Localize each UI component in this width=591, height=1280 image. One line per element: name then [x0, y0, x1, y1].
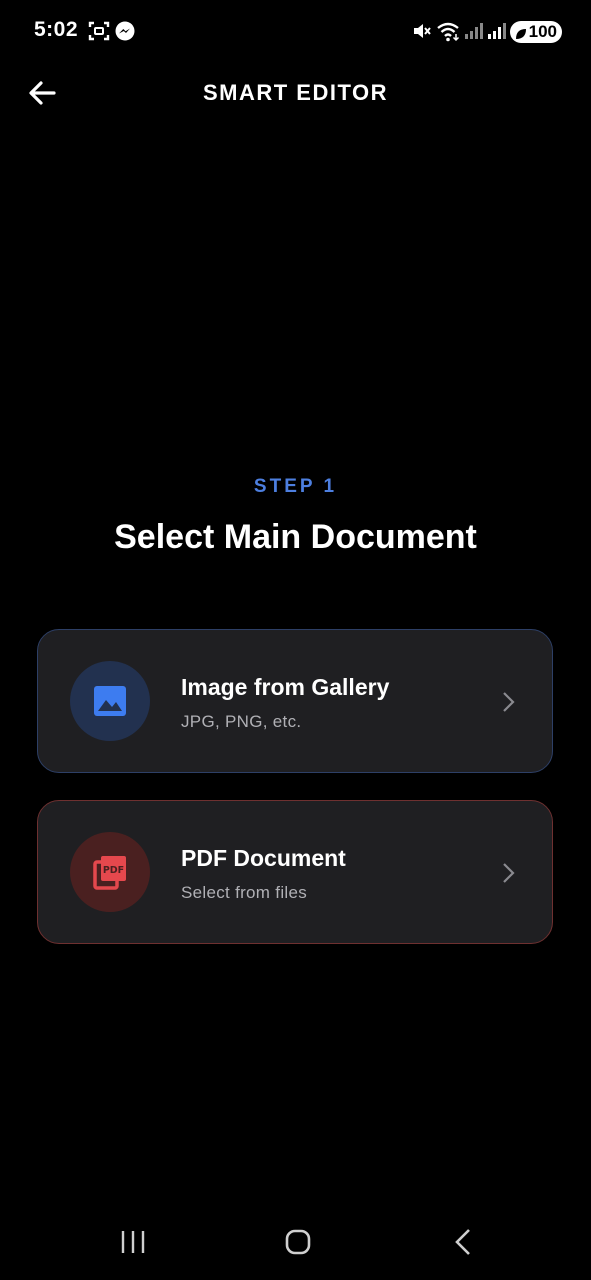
step-label: STEP 1 — [253, 476, 338, 497]
home-icon[interactable] — [284, 1228, 312, 1261]
signal-icon — [487, 22, 507, 45]
option-subtitle: Select from files — [181, 883, 308, 902]
option-title: Image from Gallery — [181, 674, 390, 700]
step-heading: Select Main Document — [114, 518, 477, 556]
pdf-icon-circle: PDF — [70, 832, 150, 912]
status-time: 5:02 — [34, 18, 79, 41]
messenger-icon — [114, 20, 136, 47]
battery-level: 100 — [528, 22, 557, 41]
status-bar: 5:02 100 — [0, 0, 591, 64]
system-navigation-bar — [0, 1214, 591, 1274]
battery-indicator: 100 — [510, 21, 562, 43]
option-subtitle: JPG, PNG, etc. — [181, 712, 302, 731]
svg-text:PDF: PDF — [103, 865, 124, 876]
chevron-right-icon — [498, 861, 518, 890]
option-title: PDF Document — [181, 845, 346, 871]
screenshot-icon — [88, 20, 110, 47]
battery-saver-icon — [514, 25, 528, 47]
image-from-gallery-option[interactable]: Image from Gallery JPG, PNG, etc. — [37, 629, 553, 773]
gallery-icon-circle — [70, 661, 150, 741]
mute-icon — [412, 21, 432, 46]
page-title: SMART EDITOR — [202, 80, 389, 105]
chevron-right-icon — [498, 690, 518, 719]
recent-apps-icon[interactable] — [119, 1228, 147, 1261]
back-icon[interactable] — [452, 1228, 474, 1261]
pdf-document-option[interactable]: PDF PDF Document Select from files — [37, 800, 553, 944]
signal-icon — [464, 22, 484, 45]
wifi-icon — [436, 20, 462, 47]
